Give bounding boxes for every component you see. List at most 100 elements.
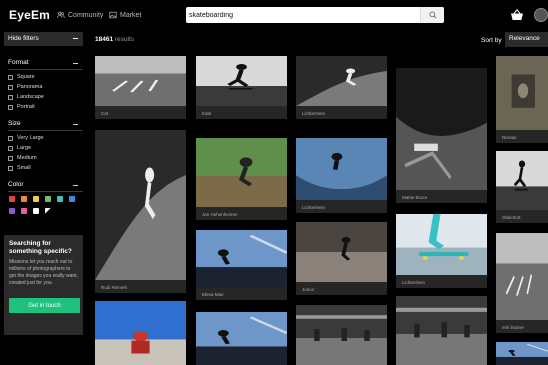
photo-author[interactable]: Renato — [502, 135, 517, 140]
basket-icon[interactable] — [376, 205, 381, 210]
hide-filters-button[interactable]: Hide filters — [4, 32, 83, 46]
photo-card[interactable]: Mattie Bruce — [396, 68, 487, 203]
basket-icon[interactable] — [376, 287, 381, 292]
photo-image[interactable] — [496, 233, 548, 320]
color-swatch[interactable] — [33, 196, 39, 202]
photo-author[interactable]: Elena Mari — [202, 292, 224, 297]
heart-icon[interactable] — [267, 111, 272, 116]
sort-select[interactable]: Relevance — [505, 32, 548, 47]
color-swatch[interactable] — [45, 208, 51, 214]
photo-card[interactable] — [196, 312, 287, 365]
photo-image[interactable] — [196, 138, 287, 207]
color-swatch[interactable] — [9, 208, 15, 214]
photo-image[interactable] — [95, 301, 186, 365]
photo-image[interactable] — [95, 130, 186, 280]
photo-image[interactable] — [396, 296, 487, 365]
photo-image[interactable] — [95, 56, 186, 106]
photo-image[interactable] — [396, 68, 487, 190]
basket-icon[interactable] — [276, 111, 281, 116]
photo-card[interactable] — [95, 301, 186, 365]
photo-author[interactable]: Junior — [302, 287, 314, 292]
size-section-title[interactable]: Size — [8, 120, 78, 127]
basket-icon[interactable] — [175, 111, 180, 116]
photo-author[interactable]: erik lindner — [502, 325, 524, 330]
photo-author[interactable]: Kate — [202, 111, 211, 116]
search-input[interactable] — [189, 9, 419, 21]
size-option-very-large[interactable]: Very Large — [8, 135, 44, 141]
color-swatch[interactable] — [33, 208, 39, 214]
photo-card[interactable]: Renato — [496, 56, 548, 143]
photo-card[interactable] — [296, 305, 387, 365]
photo-image[interactable] — [196, 312, 287, 365]
photo-author[interactable]: Cat — [101, 111, 108, 116]
photo-card[interactable]: Kate — [196, 56, 287, 119]
photo-card[interactable]: Elena Mari — [196, 230, 287, 300]
photo-card[interactable]: Oldenfort — [496, 151, 548, 223]
basket-icon[interactable] — [537, 135, 542, 140]
nav-community[interactable]: Community — [57, 11, 103, 19]
photo-author[interactable]: Lichtenhein — [402, 280, 425, 285]
heart-icon[interactable] — [367, 111, 372, 116]
photo-card[interactable]: erik lindner — [496, 233, 548, 333]
photo-image[interactable] — [496, 151, 548, 210]
format-option-portrait[interactable]: Portrait — [8, 104, 35, 110]
color-swatch[interactable] — [9, 196, 15, 202]
basket-icon[interactable] — [376, 111, 381, 116]
color-section-title[interactable]: Color — [8, 181, 78, 188]
photo-author[interactable]: Jan Hohenheimer — [202, 212, 238, 217]
photo-card[interactable] — [496, 342, 548, 365]
format-option-square[interactable]: Square — [8, 74, 35, 80]
basket-icon[interactable] — [175, 285, 180, 290]
heart-icon[interactable] — [528, 215, 533, 220]
color-swatch[interactable] — [21, 196, 27, 202]
basket-icon[interactable] — [276, 212, 281, 217]
checkbox[interactable] — [8, 135, 13, 141]
heart-icon[interactable] — [467, 195, 472, 200]
photo-card[interactable]: Junior — [296, 222, 387, 295]
size-option-small[interactable]: Small — [8, 165, 31, 171]
format-option-landscape[interactable]: Landscape — [8, 94, 44, 100]
checkbox[interactable] — [8, 104, 13, 110]
photo-author[interactable]: Lichtenhein — [302, 205, 325, 210]
photo-image[interactable] — [496, 342, 548, 365]
photo-card[interactable]: Lichtenhein — [396, 214, 487, 288]
basket-icon[interactable] — [476, 195, 481, 200]
color-swatch[interactable] — [69, 196, 75, 202]
heart-icon[interactable] — [528, 325, 533, 330]
photo-author[interactable]: Mattie Bruce — [402, 195, 427, 200]
basket-icon[interactable] — [276, 292, 281, 297]
photo-image[interactable] — [296, 222, 387, 282]
photo-author[interactable]: Lichtenhein — [302, 111, 325, 116]
photo-card[interactable]: Lichtenhein — [296, 138, 387, 213]
search-button[interactable] — [420, 7, 444, 23]
heart-icon[interactable] — [528, 135, 533, 140]
checkbox[interactable] — [8, 84, 13, 90]
basket-icon[interactable] — [537, 325, 542, 330]
checkbox[interactable] — [8, 155, 13, 161]
checkbox[interactable] — [8, 145, 13, 151]
photo-image[interactable] — [196, 230, 287, 287]
photo-image[interactable] — [496, 56, 548, 130]
heart-icon[interactable] — [467, 280, 472, 285]
heart-icon[interactable] — [367, 287, 372, 292]
heart-icon[interactable] — [166, 111, 171, 116]
color-swatch[interactable] — [57, 196, 63, 202]
checkbox[interactable] — [8, 74, 13, 80]
avatar[interactable] — [534, 8, 548, 22]
photo-image[interactable] — [296, 56, 387, 106]
photo-card[interactable]: Rudi Reimelt — [95, 130, 186, 293]
checkbox[interactable] — [8, 94, 13, 100]
photo-image[interactable] — [296, 305, 387, 365]
color-swatch[interactable] — [45, 196, 51, 202]
photo-image[interactable] — [396, 214, 487, 275]
heart-icon[interactable] — [267, 212, 272, 217]
photo-author[interactable]: Rudi Reimelt — [101, 285, 127, 290]
photo-card[interactable]: Cat — [95, 56, 186, 119]
format-option-panorama[interactable]: Panorama — [8, 84, 42, 90]
logo[interactable]: EyeEm — [9, 8, 50, 22]
heart-icon[interactable] — [267, 292, 272, 297]
photo-card[interactable]: Jan Hohenheimer — [196, 138, 287, 220]
checkbox[interactable] — [8, 165, 13, 171]
heart-icon[interactable] — [166, 285, 171, 290]
size-option-medium[interactable]: Medium — [8, 155, 37, 161]
